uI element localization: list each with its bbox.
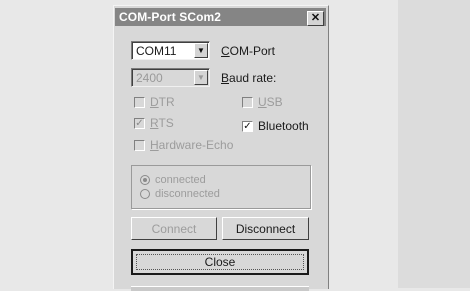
checkbox-box[interactable]: ✓ [134, 117, 145, 129]
focus-rect [136, 254, 304, 270]
background-panel [398, 0, 470, 288]
bluetooth-checkbox[interactable]: ✓ Bluetooth [242, 119, 309, 133]
dtr-checkbox[interactable]: DTR [134, 95, 175, 109]
checkbox-box[interactable] [134, 139, 145, 151]
connect-button[interactable]: Connect [131, 217, 217, 240]
com-port-dialog: COM-Port SCom2 ✕ COM11 ▼ COM-Port 2400 ▼… [113, 5, 329, 291]
check-icon: ✓ [243, 120, 252, 132]
baud-rate-label: Baud rate: [221, 71, 277, 85]
bluetooth-label: Bluetooth [258, 119, 309, 133]
disconnect-button[interactable]: Disconnect [222, 217, 309, 240]
window-title: COM-Port SCom2 [119, 10, 222, 24]
hardware-echo-label: Hardware-Echo [150, 138, 234, 152]
partial-button [131, 286, 309, 291]
com-port-value: COM11 [136, 44, 177, 58]
close-window-button[interactable]: ✕ [307, 11, 324, 26]
baud-rate-select[interactable]: 2400 ▼ [131, 68, 210, 87]
usb-checkbox[interactable]: USB [242, 95, 283, 109]
com-port-label: COM-Port [221, 44, 276, 58]
check-icon: ✓ [135, 117, 144, 129]
dtr-label: DTR [150, 95, 175, 109]
close-icon: ✕ [310, 12, 321, 24]
connected-label: connected [155, 174, 206, 186]
disconnected-label: disconnected [155, 188, 220, 200]
checkbox-box[interactable] [134, 96, 145, 108]
rts-checkbox[interactable]: ✓ RTS [134, 116, 174, 130]
connection-status-group: connected disconnected [131, 165, 311, 209]
com-port-select[interactable]: COM11 ▼ [131, 41, 210, 60]
checkbox-box[interactable] [242, 96, 253, 108]
radio-dot[interactable] [140, 189, 150, 199]
checkbox-box[interactable]: ✓ [242, 120, 253, 132]
title-bar[interactable]: COM-Port SCom2 ✕ [115, 8, 326, 26]
disconnected-radio[interactable]: disconnected [140, 188, 220, 200]
close-button[interactable]: Close [131, 249, 309, 275]
connected-radio[interactable]: connected [140, 174, 206, 186]
chevron-down-icon[interactable]: ▼ [194, 70, 208, 85]
hardware-echo-checkbox[interactable]: Hardware-Echo [134, 138, 233, 152]
rts-label: RTS [150, 116, 174, 130]
usb-label: USB [258, 95, 283, 109]
baud-rate-value: 2400 [136, 71, 163, 85]
radio-dot[interactable] [140, 175, 150, 185]
chevron-down-icon[interactable]: ▼ [194, 43, 208, 58]
